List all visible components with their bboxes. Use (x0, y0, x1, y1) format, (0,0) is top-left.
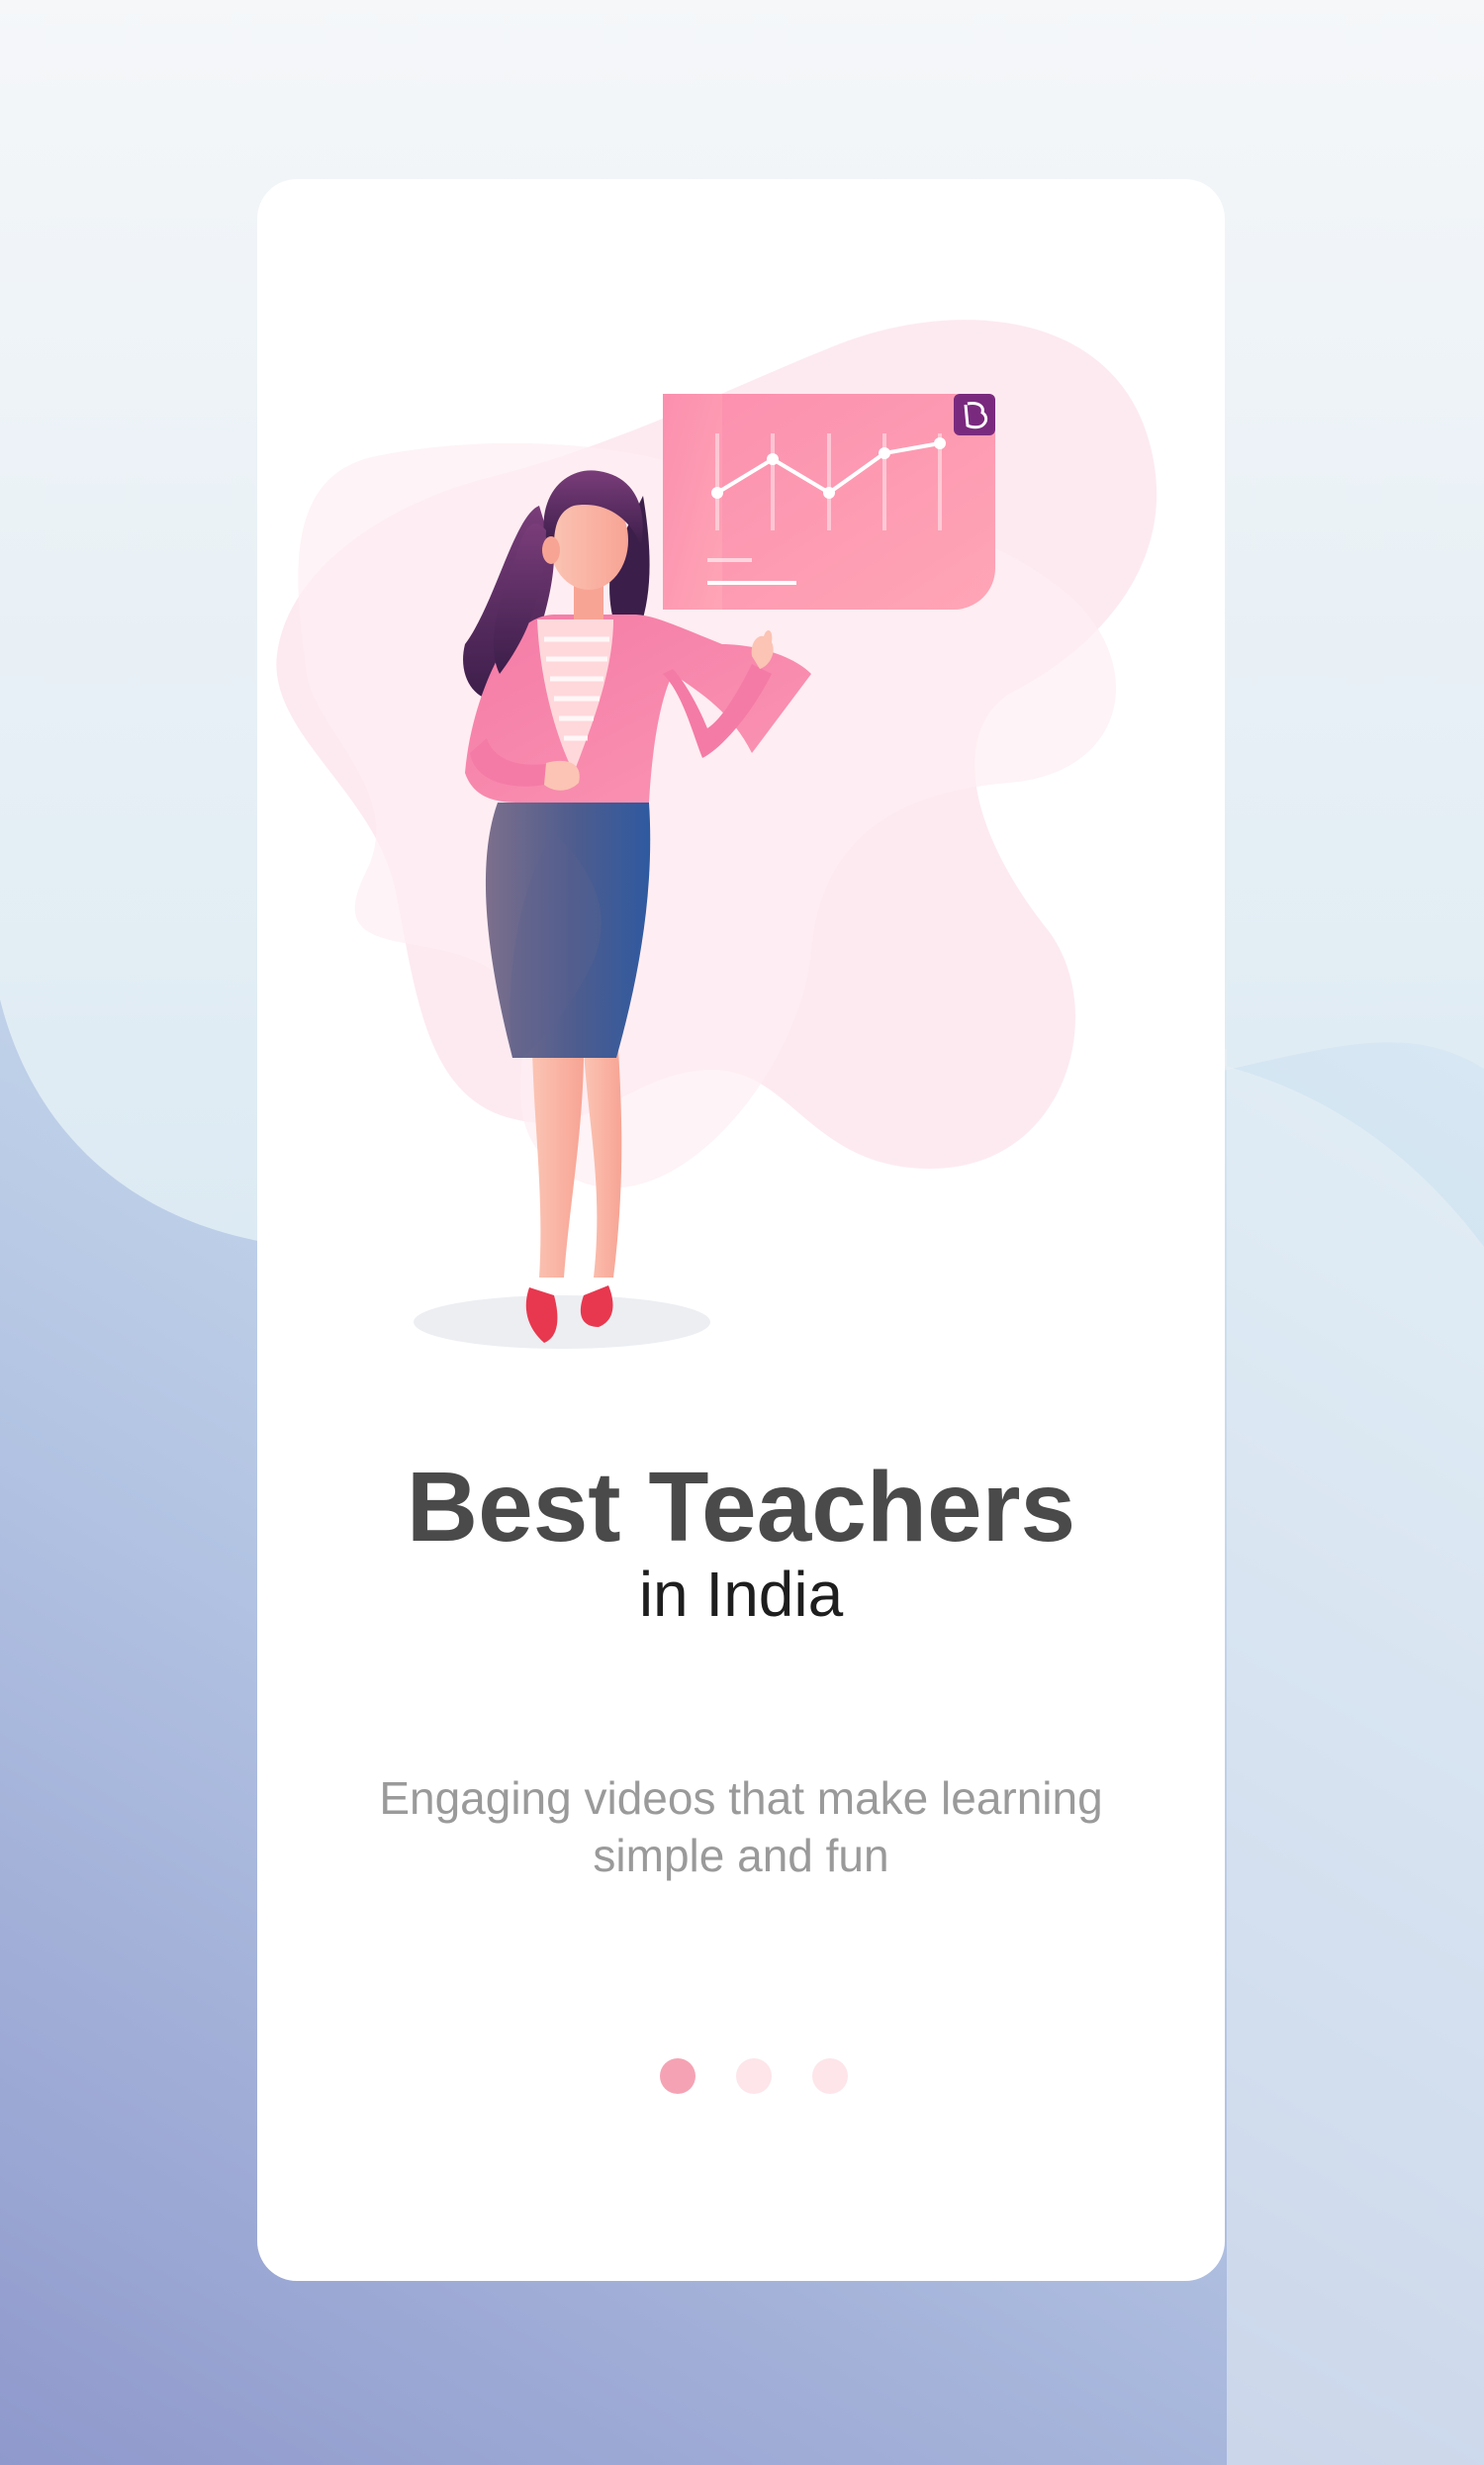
page-subtitle: in India (638, 1559, 844, 1630)
page-description: Engaging videos that make learning simpl… (379, 1772, 1103, 1881)
pagination-dot[interactable] (660, 2058, 696, 2094)
floor-shadow (414, 1295, 710, 1349)
teacher-illustration (276, 320, 1158, 1349)
pagination-dots (0, 2058, 1484, 2094)
page-title: Best Teachers (406, 1452, 1076, 1563)
brand-b-logo-icon (954, 394, 995, 435)
pagination-dot[interactable] (736, 2058, 772, 2094)
pagination-dot[interactable] (812, 2058, 848, 2094)
onboarding-card: Best Teachers in India Engaging videos t… (257, 179, 1225, 2281)
